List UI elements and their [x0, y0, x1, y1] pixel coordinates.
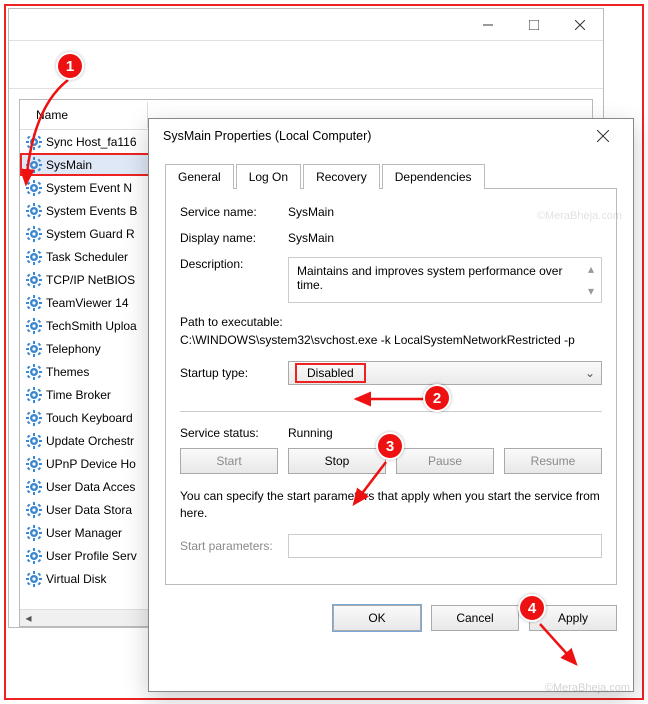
gear-icon [26, 295, 42, 311]
description-scrollbar[interactable]: ▴ ▾ [581, 258, 601, 302]
divider [180, 411, 602, 412]
scroll-up-icon[interactable]: ▴ [581, 258, 601, 280]
watermark: ©MeraBheja.com [545, 682, 630, 694]
gear-icon [26, 318, 42, 334]
list-item-label: User Manager [42, 526, 122, 540]
callout-4: 4 [518, 594, 546, 622]
list-item-label: User Profile Serv [42, 549, 137, 563]
properties-dialog: SysMain Properties (Local Computer) Gene… [148, 118, 634, 692]
list-item-label: Update Orchestr [42, 434, 134, 448]
gear-icon [26, 571, 42, 587]
list-item-label: TCP/IP NetBIOS [42, 273, 135, 287]
tab-recovery[interactable]: Recovery [303, 164, 380, 189]
value-description: Maintains and improves system performanc… [297, 264, 562, 292]
list-item-label: UPnP Device Ho [42, 457, 136, 471]
list-item-label: System Events B [42, 204, 137, 218]
gear-icon [26, 249, 42, 265]
minimize-button[interactable] [465, 9, 511, 41]
callout-3: 3 [376, 432, 404, 460]
gear-icon [26, 180, 42, 196]
gear-icon [26, 410, 42, 426]
tab-general[interactable]: General [165, 164, 234, 189]
gear-icon [26, 548, 42, 564]
list-item-label: TechSmith Uploa [42, 319, 137, 333]
dialog-close-button[interactable] [581, 119, 625, 153]
gear-icon [26, 479, 42, 495]
list-item-label: TeamViewer 14 [42, 296, 129, 310]
start-parameters-note: You can specify the start parameters tha… [180, 488, 602, 522]
value-display-name: SysMain [288, 231, 334, 245]
list-item-label: User Data Stora [42, 503, 132, 517]
gear-icon [26, 272, 42, 288]
ok-button[interactable]: OK [333, 605, 421, 631]
label-path: Path to executable: [180, 315, 602, 329]
tab-logon[interactable]: Log On [236, 164, 301, 189]
gear-icon [26, 226, 42, 242]
maximize-button[interactable] [511, 9, 557, 41]
window-toolbar [9, 41, 603, 89]
gear-icon [26, 433, 42, 449]
label-display-name: Display name: [180, 231, 288, 245]
close-button[interactable] [557, 9, 603, 41]
label-description: Description: [180, 257, 288, 271]
label-service-name: Service name: [180, 205, 288, 219]
tab-strip: General Log On Recovery Dependencies [165, 161, 617, 189]
list-item-label: Time Broker [42, 388, 111, 402]
list-item-label: Themes [42, 365, 89, 379]
start-parameters-input [288, 534, 602, 558]
tab-dependencies[interactable]: Dependencies [382, 164, 485, 189]
stop-button[interactable]: Stop [288, 448, 386, 474]
value-path: C:\WINDOWS\system32\svchost.exe -k Local… [180, 333, 602, 347]
list-item-label: Sync Host_fa116 [42, 135, 137, 149]
chevron-down-icon: ⌄ [585, 366, 595, 380]
gear-icon [26, 341, 42, 357]
dialog-titlebar: SysMain Properties (Local Computer) [149, 119, 633, 153]
list-item-label: Telephony [42, 342, 101, 356]
resume-button: Resume [504, 448, 602, 474]
value-service-status: Running [288, 426, 333, 440]
value-service-name: SysMain [288, 205, 334, 219]
gear-icon [26, 456, 42, 472]
gear-icon [26, 502, 42, 518]
list-item-label: System Event N [42, 181, 132, 195]
list-item-label: Touch Keyboard [42, 411, 133, 425]
callout-1: 1 [56, 52, 84, 80]
scroll-down-icon[interactable]: ▾ [581, 280, 601, 302]
gear-icon [26, 203, 42, 219]
tab-panel-general: Service name: SysMain Display name: SysM… [165, 189, 617, 585]
label-service-status: Service status: [180, 426, 288, 440]
callout-2: 2 [423, 384, 451, 412]
watermark: ©MeraBheja.com [537, 210, 622, 222]
label-startup-type: Startup type: [180, 366, 288, 380]
gear-icon [26, 364, 42, 380]
pause-button: Pause [396, 448, 494, 474]
gear-icon [26, 387, 42, 403]
start-button: Start [180, 448, 278, 474]
cancel-button[interactable]: Cancel [431, 605, 519, 631]
label-start-parameters: Start parameters: [180, 539, 288, 553]
value-startup-type: Disabled [295, 363, 366, 383]
scroll-left-arrow[interactable]: ◂ [20, 610, 37, 627]
gear-icon [26, 525, 42, 541]
dialog-title: SysMain Properties (Local Computer) [163, 129, 371, 143]
list-item-label: System Guard R [42, 227, 135, 241]
list-item-label: Virtual Disk [42, 572, 106, 586]
column-header-name[interactable]: Name [28, 102, 148, 128]
gear-icon [26, 134, 42, 150]
startup-type-select[interactable]: Disabled ⌄ [288, 361, 602, 385]
description-box: Maintains and improves system performanc… [288, 257, 602, 303]
dialog-footer: OK Cancel Apply [149, 597, 633, 645]
gear-icon [26, 157, 42, 173]
list-item-label: Task Scheduler [42, 250, 128, 264]
list-item-label: SysMain [42, 158, 92, 172]
list-item-label: User Data Acces [42, 480, 135, 494]
window-titlebar [9, 9, 603, 41]
